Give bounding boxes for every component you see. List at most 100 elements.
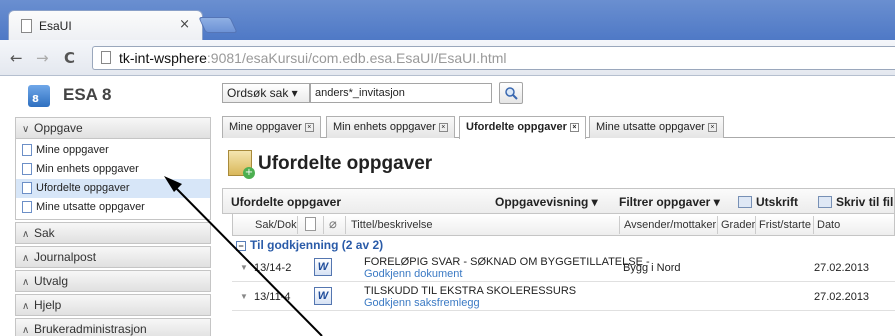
tab-label: Mine utsatte oppgaver [596, 121, 705, 133]
column-separator [297, 216, 298, 234]
document-icon [22, 201, 32, 213]
row-title: FORELØPIG SVAR - SØKNAD OM BYGGETILLATEL… [364, 256, 650, 268]
column-separator [813, 216, 814, 234]
document-icon [22, 182, 32, 194]
table-row[interactable]: ▼ 13/11-4 W TILSKUDD TIL EKSTRA SKOLERES… [232, 283, 895, 311]
grid-title: Ufordelte oppgaver [231, 195, 342, 209]
expand-arrow-icon[interactable]: ▼ [240, 263, 248, 272]
search-button[interactable] [499, 82, 523, 104]
collapse-icon[interactable]: − [236, 241, 246, 251]
column-title[interactable]: Tittel/beskrivelse [351, 219, 433, 231]
tab-label: Min enhets oppgaver [333, 121, 436, 133]
reload-icon[interactable]: C [64, 49, 75, 67]
column-separator [345, 216, 346, 234]
close-icon[interactable]: × [438, 122, 448, 132]
write-label: Skriv til fil [836, 195, 894, 209]
print-label: Utskrift [756, 195, 799, 209]
close-icon[interactable]: × [707, 122, 717, 132]
tab-label: Ufordelte oppgaver [466, 121, 567, 133]
column-separator [619, 216, 620, 234]
sidebar-section-hjelp[interactable]: ∧ Hjelp [15, 294, 211, 316]
section-label: Sak [34, 226, 55, 240]
grid-toolbar: Ufordelte oppgaver Oppgavevisning ▾ Filt… [222, 188, 895, 214]
app-name: ESA 8 [63, 85, 112, 104]
section-label: Hjelp [34, 298, 62, 312]
browser-tab[interactable]: EsaUI × [8, 10, 203, 40]
chevron-up-icon: ∧ [22, 325, 30, 336]
expand-arrow-icon[interactable]: ▼ [240, 292, 248, 301]
row-date: 27.02.2013 [814, 262, 870, 274]
write-to-file-button[interactable]: Skriv til fil [818, 195, 893, 209]
sidebar-item-ufordelte-oppgaver[interactable]: Ufordelte oppgaver [16, 179, 210, 198]
tab-label: Mine oppgaver [229, 121, 302, 133]
section-label: Utvalg [34, 274, 69, 288]
row-subtitle[interactable]: Godkjenn saksfremlegg [364, 297, 480, 309]
page-icon [21, 19, 32, 33]
tab-min-enhets-oppgaver[interactable]: Min enhets oppgaver × [326, 116, 455, 138]
group-til-godkjenning[interactable]: − Til godkjenning (2 av 2) [232, 236, 895, 254]
column-grader[interactable]: Grader [721, 219, 755, 231]
section-label: Oppgave [34, 121, 83, 135]
search-mode-value: Ordsøk sak [227, 86, 289, 100]
main-panel: Mine oppgaver × Min enhets oppgaver × Ufor… [222, 116, 895, 336]
filtrer-oppgaver-menu[interactable]: Filtrer oppgaver ▾ [619, 195, 720, 209]
tab-ufordelte-oppgaver[interactable]: Ufordelte oppgaver × [459, 116, 586, 139]
attachment-icon: ⌀ [329, 216, 337, 231]
forward-arrow-icon[interactable]: → [36, 49, 49, 67]
close-tab-icon[interactable]: × [179, 17, 190, 32]
oppgavevisning-menu[interactable]: Oppgavevisning ▾ [495, 195, 598, 209]
document-icon [22, 144, 32, 156]
section-label: Journalpost [34, 250, 97, 264]
section-label: Brukeradministrasjon [34, 322, 147, 336]
print-button[interactable]: Utskrift [738, 195, 798, 209]
file-icon [818, 196, 832, 208]
row-title: TILSKUDD TIL EKSTRA SKOLERESSURS [364, 285, 577, 297]
sidebar-section-oppgave[interactable]: ∨ Oppgave [15, 117, 211, 139]
sidebar-item-label: Min enhets oppgaver [36, 163, 139, 175]
search-input[interactable]: anders*_invitasjon [310, 83, 492, 103]
close-icon[interactable]: × [304, 122, 314, 132]
sidebar-section-journalpost[interactable]: ∧ Journalpost [15, 246, 211, 268]
chevron-up-icon: ∧ [22, 277, 30, 288]
tab-mine-oppgaver[interactable]: Mine oppgaver × [222, 116, 321, 138]
row-sakdok: 13/11-4 [254, 291, 291, 303]
task-list-icon [228, 150, 255, 179]
url-host: tk-int-wsphere [119, 50, 207, 66]
chevron-down-icon: ∨ [22, 124, 30, 135]
word-document-icon[interactable]: W [314, 258, 332, 276]
printer-icon [738, 196, 752, 208]
sidebar-item-min-enhets-oppgaver[interactable]: Min enhets oppgaver [16, 160, 210, 179]
row-subtitle[interactable]: Godkjenn dokument [364, 268, 462, 280]
column-sakdok[interactable]: Sak/Dok [255, 219, 297, 231]
browser-tabstrip: EsaUI × [0, 0, 895, 40]
sidebar-item-mine-utsatte-oppgaver[interactable]: Mine utsatte oppgaver [16, 198, 210, 217]
column-separator [717, 216, 718, 234]
browser-tab-title: EsaUI [39, 19, 72, 33]
search-icon [505, 87, 518, 100]
sidebar-item-mine-oppgaver[interactable]: Mine oppgaver [16, 141, 210, 160]
sidebar-section-brukeradministrasjon[interactable]: ∧ Brukeradministrasjon [15, 318, 211, 336]
address-bar[interactable]: tk-int-wsphere:9081/esaKursui/com.edb.es… [92, 46, 895, 70]
sidebar-section-sak[interactable]: ∧ Sak [15, 222, 211, 244]
word-document-icon[interactable]: W [314, 287, 332, 305]
esa-app: 8 ESA 8 Ordsøk sak ▾ anders*_invitasjon … [0, 77, 895, 336]
new-tab-button[interactable] [198, 17, 238, 33]
close-icon[interactable]: × [569, 122, 579, 132]
back-arrow-icon[interactable]: ← [10, 49, 23, 67]
row-sakdok: 13/14-2 [254, 262, 292, 274]
oppgave-list: Mine oppgaver Min enhets oppgaver Uforde… [15, 139, 211, 220]
table-row[interactable]: ▼ 13/14-2 W FORELØPIG SVAR - SØKNAD OM B… [232, 254, 895, 282]
chevron-up-icon: ∧ [22, 301, 30, 312]
browser-toolbar: ← → C tk-int-wsphere:9081/esaKursui/com.… [0, 40, 895, 76]
tab-mine-utsatte-oppgaver[interactable]: Mine utsatte oppgaver × [589, 116, 724, 138]
sidebar-item-label: Mine oppgaver [36, 144, 109, 156]
column-dato[interactable]: Dato [817, 219, 840, 231]
document-column-icon [305, 217, 316, 231]
column-sender[interactable]: Avsender/mottaker [624, 219, 716, 231]
sidebar-section-utvalg[interactable]: ∧ Utvalg [15, 270, 211, 292]
chevron-up-icon: ∧ [22, 229, 30, 240]
sidebar-item-label: Mine utsatte oppgaver [36, 201, 145, 213]
page-title: Ufordelte oppgaver [258, 153, 433, 174]
search-mode-select[interactable]: Ordsøk sak ▾ [222, 83, 310, 103]
column-frist[interactable]: Frist/starte fø [759, 219, 811, 231]
